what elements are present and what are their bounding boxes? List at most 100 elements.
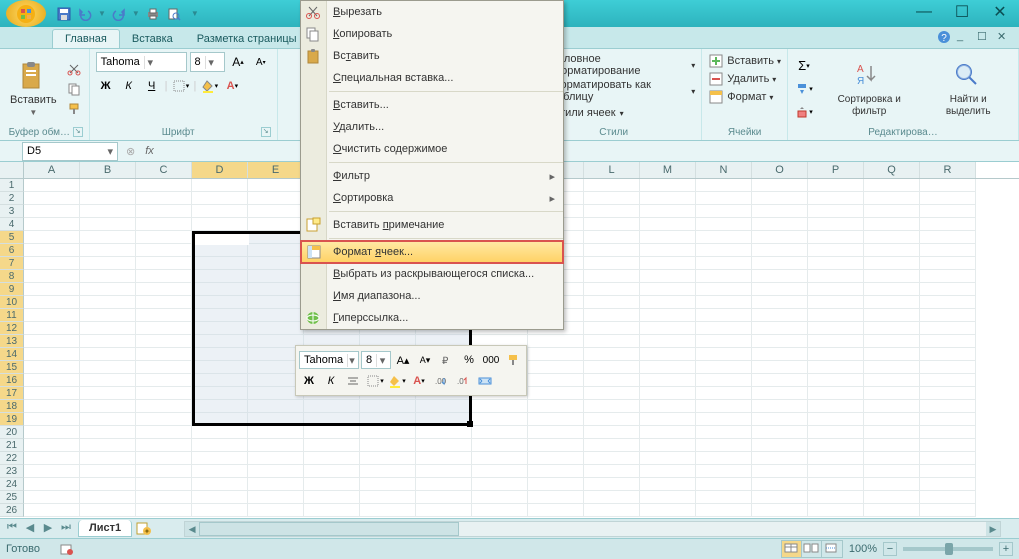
cell[interactable] (472, 478, 528, 491)
cell[interactable] (24, 283, 80, 296)
cell[interactable] (136, 478, 192, 491)
mini-center-icon[interactable] (343, 371, 363, 391)
row-header[interactable]: 25 (0, 491, 24, 504)
cell[interactable] (752, 348, 808, 361)
mini-bold[interactable]: Ж (299, 371, 319, 391)
cell[interactable] (136, 387, 192, 400)
cell[interactable] (696, 322, 752, 335)
cell[interactable] (136, 283, 192, 296)
cell[interactable] (80, 192, 136, 205)
cell[interactable] (864, 309, 920, 322)
cell[interactable] (640, 387, 696, 400)
cell[interactable] (528, 452, 584, 465)
cell[interactable] (920, 478, 976, 491)
hscroll-thumb[interactable] (199, 522, 459, 536)
cell[interactable] (584, 387, 640, 400)
font-color-button[interactable]: A▾ (222, 76, 242, 96)
cell[interactable] (472, 400, 528, 413)
insert-cells-button[interactable]: Вставить ▾ (708, 52, 781, 70)
cell[interactable] (416, 491, 472, 504)
row-header[interactable]: 13 (0, 335, 24, 348)
col-header[interactable]: O (752, 162, 808, 178)
mini-shrink-font[interactable]: A▾ (415, 350, 435, 370)
ctx--[interactable]: Вырезать (301, 1, 563, 23)
cell[interactable] (752, 283, 808, 296)
cell[interactable] (864, 296, 920, 309)
cell[interactable] (752, 465, 808, 478)
mini-size-combo[interactable]: 8▾ (361, 351, 391, 369)
cell[interactable] (640, 179, 696, 192)
cell[interactable] (584, 452, 640, 465)
zoom-slider[interactable] (903, 547, 993, 551)
cell[interactable] (752, 452, 808, 465)
cell[interactable] (864, 335, 920, 348)
mini-italic[interactable]: К (321, 371, 341, 391)
ctx--[interactable]: Удалить... (301, 116, 563, 138)
cell[interactable] (752, 374, 808, 387)
row-header[interactable]: 12 (0, 322, 24, 335)
cell[interactable] (248, 491, 304, 504)
cell[interactable] (864, 491, 920, 504)
cell[interactable] (920, 439, 976, 452)
row-header[interactable]: 3 (0, 205, 24, 218)
cell[interactable] (864, 322, 920, 335)
col-header[interactable]: P (808, 162, 864, 178)
row-header[interactable]: 7 (0, 257, 24, 270)
cell[interactable] (24, 257, 80, 270)
cell[interactable] (696, 205, 752, 218)
ctx--[interactable]: Фильтр▸ (301, 165, 563, 187)
cell[interactable] (920, 244, 976, 257)
cell[interactable] (584, 491, 640, 504)
qat-redo-dd[interactable]: ▼ (132, 9, 140, 18)
cell[interactable] (584, 374, 640, 387)
row-header[interactable]: 11 (0, 309, 24, 322)
qat-preview-icon[interactable] (166, 6, 182, 22)
cell[interactable] (640, 491, 696, 504)
cell[interactable] (416, 426, 472, 439)
cell[interactable] (248, 192, 304, 205)
ctx--[interactable]: Сортировка▸ (301, 187, 563, 209)
cell[interactable] (528, 491, 584, 504)
cell[interactable] (864, 257, 920, 270)
cell[interactable] (864, 387, 920, 400)
font-size-combo[interactable]: 8▾ (190, 52, 226, 72)
cell[interactable] (472, 465, 528, 478)
horizontal-scrollbar[interactable]: ◀ ▶ (184, 521, 1001, 537)
cell[interactable] (80, 400, 136, 413)
new-sheet-button[interactable]: ✦ (136, 521, 154, 537)
cell[interactable] (136, 426, 192, 439)
cell[interactable] (640, 322, 696, 335)
cell[interactable] (304, 491, 360, 504)
cell[interactable] (136, 270, 192, 283)
cell[interactable] (136, 231, 192, 244)
help-icon[interactable]: ? (937, 30, 951, 44)
cell[interactable] (80, 257, 136, 270)
cell[interactable] (136, 244, 192, 257)
cell[interactable] (808, 244, 864, 257)
cell[interactable] (808, 283, 864, 296)
col-header[interactable]: B (80, 162, 136, 178)
cell[interactable] (640, 218, 696, 231)
cell[interactable] (808, 387, 864, 400)
cell[interactable] (752, 244, 808, 257)
select-all-button[interactable] (0, 162, 24, 178)
cell[interactable] (24, 491, 80, 504)
cell[interactable] (696, 504, 752, 517)
mini-font-combo[interactable]: Tahoma▾ (299, 351, 359, 369)
cell[interactable] (640, 374, 696, 387)
cell[interactable] (640, 296, 696, 309)
cell[interactable] (920, 491, 976, 504)
cell[interactable] (920, 465, 976, 478)
cell[interactable] (864, 400, 920, 413)
cell[interactable] (696, 257, 752, 270)
ctx--[interactable]: Очистить содержимое (301, 138, 563, 160)
cell[interactable] (696, 231, 752, 244)
format-painter-icon[interactable] (65, 100, 83, 118)
cell[interactable] (920, 426, 976, 439)
row-header[interactable]: 2 (0, 192, 24, 205)
cell[interactable] (528, 400, 584, 413)
sheet-tab-active[interactable]: Лист1 (78, 520, 132, 537)
row-header[interactable]: 24 (0, 478, 24, 491)
cell[interactable] (192, 179, 248, 192)
ctx--[interactable]: Формат ячеек... (300, 240, 564, 264)
